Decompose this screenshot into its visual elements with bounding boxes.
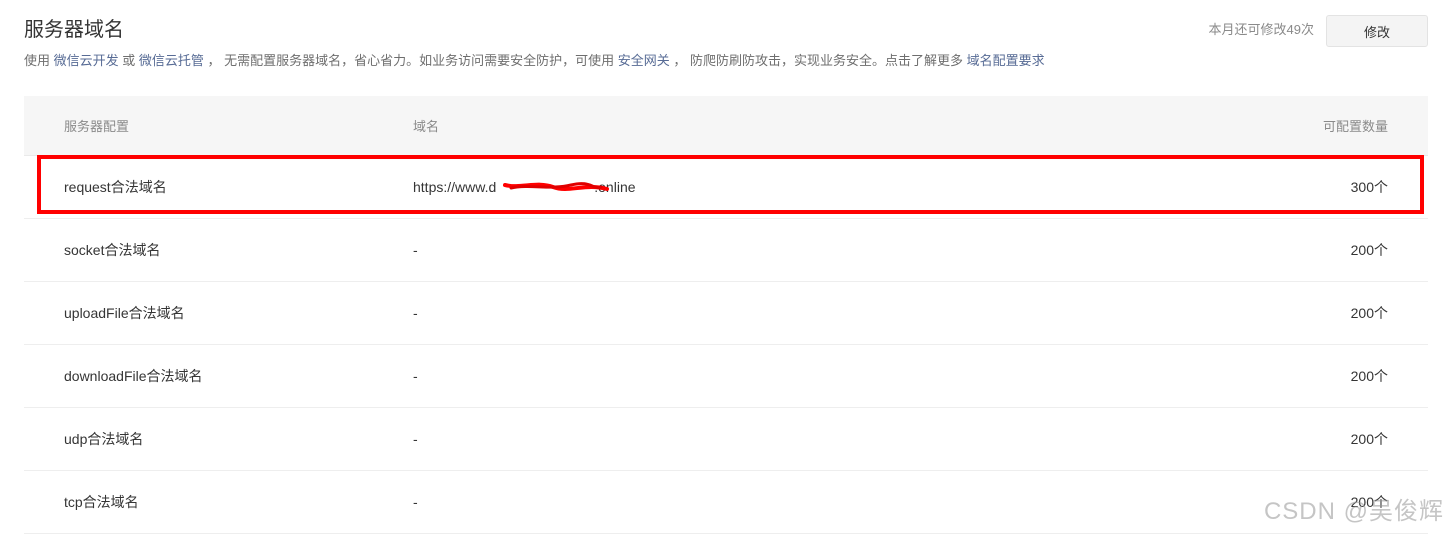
row-count: 200个 (1350, 242, 1388, 258)
csdn-watermark: CSDN @吴俊辉 (1263, 498, 1444, 525)
row-count: 300个 (1350, 179, 1388, 195)
description-text: 使用 微信云开发 或 微信云托管 ， 无需配置服务器域名，省心省力。如业务访问需… (24, 52, 1045, 70)
column-header-config: 服务器配置 (64, 119, 130, 134)
desc-text-1: 使用 (24, 53, 54, 68)
row-count: 200个 (1350, 305, 1388, 321)
row-domain-value: - (413, 368, 418, 384)
column-header-count: 可配置数量 (1322, 119, 1388, 134)
modify-button[interactable]: 修改 (1326, 15, 1428, 47)
row-domain-cell: https://www.d .online (413, 179, 1228, 195)
server-domain-page: 服务器域名 使用 微信云开发 或 微信云托管 ， 无需配置服务器域名，省心省力。… (0, 0, 1450, 536)
row-domain-value: - (413, 242, 418, 258)
link-domain-requirements[interactable]: 域名配置要求 (967, 53, 1045, 68)
table-header-row: 服务器配置 域名 可配置数量 (24, 96, 1428, 156)
row-config-name: request合法域名 (64, 179, 167, 195)
desc-text-3: ， 无需配置服务器域名，省心省力。如业务访问需要安全防护，可使用 (203, 53, 618, 68)
row-domain-value-wrap: https://www.d .online (413, 179, 636, 195)
row-config-name: tcp合法域名 (64, 494, 139, 510)
row-config-name: uploadFile合法域名 (64, 305, 185, 321)
link-wechat-cloud-hosting[interactable]: 微信云托管 (139, 53, 204, 68)
row-config-name: socket合法域名 (64, 242, 161, 258)
row-domain-value: - (413, 431, 418, 447)
row-count: 200个 (1350, 431, 1388, 447)
row-config-name: udp合法域名 (64, 431, 144, 447)
row-domain-value: - (413, 494, 418, 510)
table-row-uploadfile: uploadFile合法域名 - 200个 (24, 282, 1428, 345)
desc-text-4: ， 防爬防刷防攻击，实现业务安全。点击了解更多 (669, 53, 967, 68)
desc-text-2: 或 (118, 53, 139, 68)
row-domain-value: - (413, 305, 418, 321)
row-count: 200个 (1350, 368, 1388, 384)
link-security-gateway[interactable]: 安全网关 (618, 53, 670, 68)
table-row-socket: socket合法域名 - 200个 (24, 219, 1428, 282)
column-header-domain: 域名 (413, 119, 440, 134)
remaining-modifications-text: 本月还可修改49次 (1208, 22, 1314, 37)
table-row-downloadfile: downloadFile合法域名 - 200个 (24, 345, 1428, 408)
server-domain-table: 服务器配置 域名 可配置数量 request合法域名 https://www.d… (24, 96, 1428, 534)
table-row-udp: udp合法域名 - 200个 (24, 408, 1428, 471)
row-domain-value: https://www.d .online (413, 179, 636, 195)
link-wechat-cloud-dev[interactable]: 微信云开发 (54, 53, 119, 68)
table-row-request: request合法域名 https://www.d .online 300个 (24, 156, 1428, 219)
page-title: 服务器域名 (24, 19, 124, 41)
row-config-name: downloadFile合法域名 (64, 368, 203, 384)
table-row-tcp: tcp合法域名 - 200个 (24, 471, 1428, 534)
